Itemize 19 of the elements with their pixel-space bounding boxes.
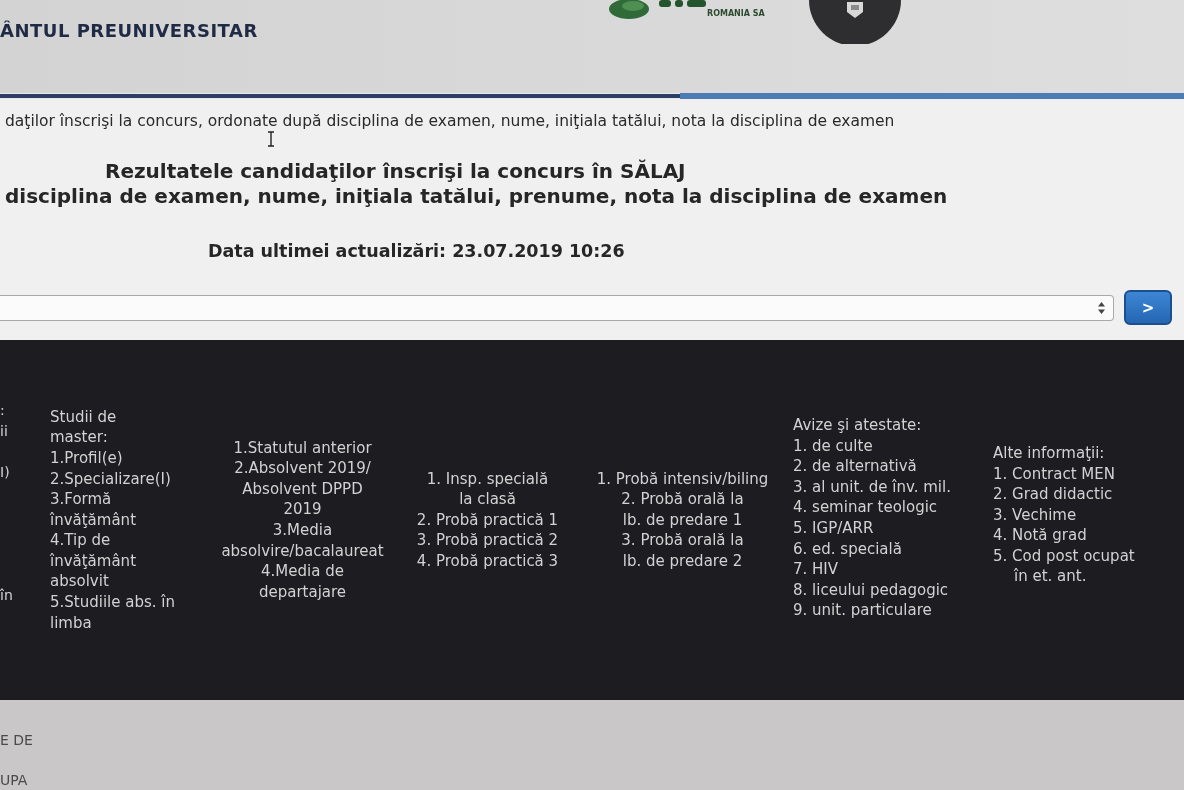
column-header: 1. Probă intensiv/biling 2. Probă orală la lb. de predare 1 3. Probă orală la lb. de predare 2 <box>595 468 770 572</box>
updown-arrows-icon <box>1098 301 1105 314</box>
page-heading: Rezultatele candidaţilor înscrişi la concurs în SĂLAJ <box>105 159 686 184</box>
text-cursor-icon <box>267 131 275 147</box>
page-heading: disciplina de examen, nume, iniţiala tatălui, prenume, nota la disciplina de examen <box>5 184 948 209</box>
column-header: 1.Statutul anterior 2.Absolvent 2019/ Absolvent DPPD 2019 3.Media absolvire/bacalaureat 4.Media de departajare <box>220 437 385 603</box>
go-button[interactable]: > <box>1124 290 1172 325</box>
site-title: ÂNTUL PREUNIVERSITAR <box>0 20 259 41</box>
column-header: Alte informaţii: 1. Contract MEN 2. Grad didactic 3. Vechime 4. Notă grad 5. Cod post ocupat în et. ant. <box>992 442 1136 588</box>
dropdown-field[interactable] <box>0 294 1114 321</box>
logo-caption: ROMANIA SA <box>707 9 765 18</box>
column-header: 1. Insp. specială la clasă 2. Probă practică 1 3. Probă practică 2 4. Probă practică 3 <box>415 468 560 572</box>
column-header: : ii I) în <box>0 401 14 606</box>
column-header: Avize şi atestate: 1. de culte 2. de alternativă 3. al unit. de înv. mil. 4. seminar teologic 5. IGP/ARR 6. ed. specială 7. HIV 8. liceului pedagogic 9. unit. particulare <box>792 415 952 621</box>
section-label: UPA <box>0 771 28 789</box>
intro-text: daţilor înscrişi la concurs, ordonate după disciplina de examen, nume, iniţiala tatălui, nota la disciplina de examen <box>5 112 895 131</box>
column-header: Studii de master: 1.Profil(e) 2.Specializare(I) 3.Formă învăţământ 4.Tip de învăţământ absolvit 5.Studiile abs. în limba <box>50 406 176 634</box>
section-label: E DE <box>0 731 33 749</box>
last-update-text: Data ultimei actualizări: 23.07.2019 10:26 <box>208 240 625 262</box>
